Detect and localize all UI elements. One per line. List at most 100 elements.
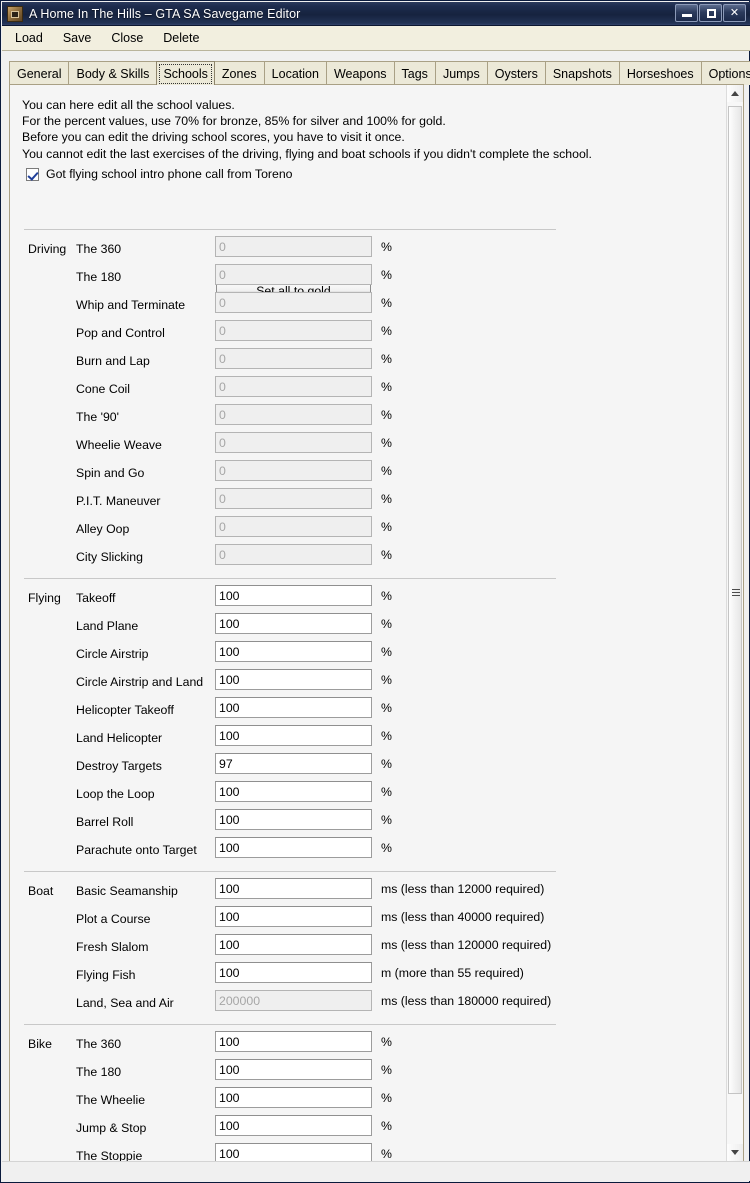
title-bar[interactable]: A Home In The Hills – GTA SA Savegame Ed… xyxy=(2,2,750,26)
row-value-input xyxy=(215,264,372,285)
row-destroy-targets: Destroy Targets% xyxy=(10,753,726,781)
scrollbar-grip-icon xyxy=(732,589,740,596)
row-value-input[interactable] xyxy=(215,697,372,718)
row-label: The 180 xyxy=(76,270,122,284)
row-value-input[interactable] xyxy=(215,1087,372,1108)
row-value-input[interactable] xyxy=(215,1115,372,1136)
tab-label: Options xyxy=(708,66,750,81)
scroll-down-button[interactable] xyxy=(727,1144,743,1161)
menu-item-load[interactable]: Load xyxy=(12,28,54,48)
tab-horseshoes[interactable]: Horseshoes xyxy=(618,61,702,85)
close-button[interactable]: ✕ xyxy=(723,4,746,22)
row-unit-label: % xyxy=(381,673,392,687)
section-divider xyxy=(24,229,556,230)
application-window: A Home In The Hills – GTA SA Savegame Ed… xyxy=(0,0,750,1183)
row-value-input[interactable] xyxy=(215,809,372,830)
tab-label: General xyxy=(17,66,62,81)
vertical-scrollbar[interactable] xyxy=(726,85,743,1161)
tab-snapshots[interactable]: Snapshots xyxy=(544,61,620,85)
scroll-up-button[interactable] xyxy=(727,85,743,102)
menu-item-close[interactable]: Close xyxy=(108,28,154,48)
chevron-down-icon xyxy=(731,1150,739,1155)
row-value-input[interactable] xyxy=(215,934,372,955)
row-label: Helicopter Takeoff xyxy=(76,703,174,717)
row-circle-airstrip: Circle Airstrip% xyxy=(10,641,726,669)
row-land-plane: Land Plane% xyxy=(10,613,726,641)
row-flying-fish: Flying Fish m (more than 55 required) xyxy=(10,962,726,990)
row-wheelie-weave: Wheelie Weave% xyxy=(10,432,726,460)
tab-general[interactable]: General xyxy=(9,61,70,85)
tab-jumps[interactable]: Jumps xyxy=(434,61,488,85)
scrollbar-track[interactable] xyxy=(727,102,743,1144)
row-unit-label: ms (less than 120000 required) xyxy=(381,938,552,952)
row-value-input[interactable] xyxy=(215,837,372,858)
maximize-button[interactable] xyxy=(699,4,722,22)
row-unit-label: % xyxy=(381,1063,392,1077)
row-label: The '90' xyxy=(76,410,119,424)
tab-zones[interactable]: Zones xyxy=(213,61,265,85)
section-flying: FlyingTakeoff%Land Plane%Circle Airstrip… xyxy=(10,578,726,865)
window-bottom-strip xyxy=(2,1161,750,1181)
row-value-input[interactable] xyxy=(215,962,372,983)
tab-options[interactable]: Options xyxy=(700,61,750,85)
tab-oysters[interactable]: Oysters xyxy=(486,61,546,85)
tab-schools[interactable]: Schools xyxy=(156,61,215,85)
row-unit-label: % xyxy=(381,380,392,394)
row-unit-label: % xyxy=(381,464,392,478)
row-value-input xyxy=(215,990,372,1011)
row-value-input xyxy=(215,544,372,565)
row-land-sea-and-air: Land, Sea and Air ms (less than 180000 re… xyxy=(10,990,726,1018)
row-value-input[interactable] xyxy=(215,753,372,774)
tab-weapons[interactable]: Weapons xyxy=(325,61,395,85)
app-icon xyxy=(7,5,23,22)
row-value-input[interactable] xyxy=(215,641,372,662)
tab-strip: General Body & Skills Schools Zones Location… xyxy=(9,61,750,85)
row-unit-label: % xyxy=(381,1035,392,1049)
row-value-input[interactable] xyxy=(215,1059,372,1080)
row-value-input[interactable] xyxy=(215,878,372,899)
row-value-input[interactable] xyxy=(215,906,372,927)
row-label: The 360 xyxy=(76,242,122,256)
row-value-input xyxy=(215,404,372,425)
scrollbar-thumb[interactable] xyxy=(728,106,742,1094)
menu-item-delete[interactable]: Delete xyxy=(160,28,210,48)
row-unit-label: % xyxy=(381,645,392,659)
row-value-input[interactable] xyxy=(215,725,372,746)
minimize-button[interactable] xyxy=(675,4,698,22)
description-text: You can here edit all the school values.… xyxy=(22,97,662,162)
row-value-input xyxy=(215,320,372,341)
row-label: Land, Sea and Air xyxy=(76,996,174,1010)
row-label: The Wheelie xyxy=(76,1093,146,1107)
row-label: Loop the Loop xyxy=(76,787,155,801)
row-basic-seamanship: Basic Seamanship ms (less than 12000 requ… xyxy=(10,878,726,906)
tab-tags[interactable]: Tags xyxy=(393,61,436,85)
toreno-phone-call-checkbox[interactable] xyxy=(26,167,39,181)
tab-body-skills[interactable]: Body & Skills xyxy=(68,61,158,85)
row-the-180: The 180% xyxy=(10,264,726,292)
tab-label: Body & Skills xyxy=(76,66,150,81)
row-label: Spin and Go xyxy=(76,466,145,480)
row-value-input[interactable] xyxy=(215,1143,372,1161)
tab-label: Tags xyxy=(401,66,428,81)
row-label: The 180 xyxy=(76,1065,122,1079)
row-unit-label: % xyxy=(381,492,392,506)
menu-item-save[interactable]: Save xyxy=(60,28,103,48)
row-the-stoppie: The Stoppie% xyxy=(10,1143,726,1161)
row-value-input[interactable] xyxy=(215,1031,372,1052)
row-value-input[interactable] xyxy=(215,613,372,634)
tab-label: Weapons xyxy=(333,66,387,81)
row-whip-and-terminate: Whip and Terminate% xyxy=(10,292,726,320)
row-value-input[interactable] xyxy=(215,669,372,690)
row-label: P.I.T. Maneuver xyxy=(76,494,161,508)
row-pop-and-control: Pop and Control% xyxy=(10,320,726,348)
row-label: Basic Seamanship xyxy=(76,884,178,898)
toreno-phone-call-checkbox-row[interactable]: Got flying school intro phone call from … xyxy=(26,167,293,181)
tab-location[interactable]: Location xyxy=(263,61,327,85)
row-value-input[interactable] xyxy=(215,781,372,802)
row-value-input xyxy=(215,348,372,369)
tab-label: Oysters xyxy=(494,66,538,81)
tab-label: Zones xyxy=(221,66,257,81)
row-unit-label: % xyxy=(381,520,392,534)
row-unit-label: % xyxy=(381,1119,392,1133)
row-value-input[interactable] xyxy=(215,585,372,606)
